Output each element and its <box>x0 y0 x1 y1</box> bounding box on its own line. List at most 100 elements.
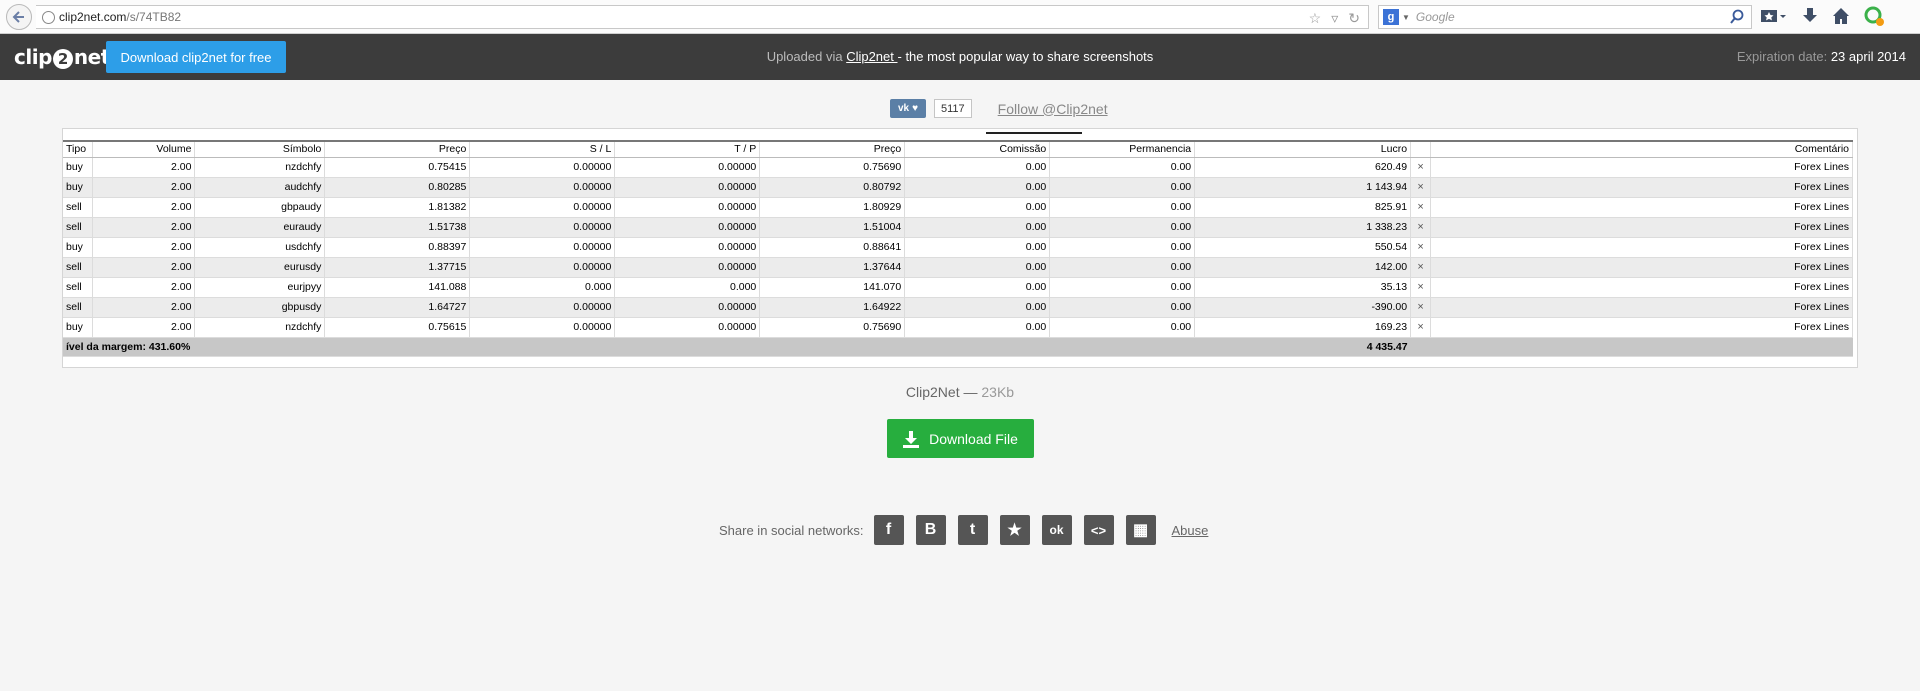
url-actions: ☆ ▿ ↻ <box>1309 10 1360 27</box>
table-row: sell 2.00 gbpusdy 1.64727 0.00000 0.00000 1.64… <box>63 297 1853 318</box>
download-arrow-icon[interactable] <box>1802 7 1818 25</box>
table-cell: 0.00 <box>904 197 1051 218</box>
vk-like-button[interactable]: vk ♥ <box>890 99 926 118</box>
column-header: Lucro <box>1194 140 1412 158</box>
table-cell: 141.088 <box>324 277 471 298</box>
table-cell: 0.00000 <box>469 317 616 338</box>
close-icon[interactable]: × <box>1410 217 1432 238</box>
facebook-icon[interactable]: f <box>873 515 904 545</box>
table-cell: 0.00000 <box>469 157 616 178</box>
clip2net-logo[interactable]: clip 2 net <box>14 45 110 69</box>
table-cell: 0.00 <box>904 277 1051 298</box>
download-icon <box>903 430 920 448</box>
download-file-button[interactable]: Download File <box>887 419 1034 458</box>
table-row: buy 2.00 audchfy 0.80285 0.00000 0.00000 0.807… <box>63 177 1853 198</box>
close-icon[interactable]: × <box>1410 237 1432 258</box>
column-header: Permanencia <box>1049 140 1196 158</box>
table-cell: 1 143.94 <box>1194 177 1412 198</box>
column-header: Símbolo <box>194 140 326 158</box>
table-cell: 0.00000 <box>469 237 616 258</box>
chevron-down-icon[interactable]: ▼ <box>1402 13 1410 22</box>
table-cell: 35.13 <box>1194 277 1412 298</box>
bookmarks-icon[interactable] <box>1760 7 1788 25</box>
qr-code-icon[interactable]: ▦ <box>1125 515 1156 545</box>
abuse-link[interactable]: Abuse <box>1172 523 1209 538</box>
screenshot-image[interactable]: Tipo Volume Símbolo Preço S / LT / P Preço Com… <box>62 128 1858 368</box>
file-info: Clip2Net — 23Kb <box>905 384 1015 400</box>
table-cell: -390.00 <box>1194 297 1412 318</box>
table-cell: 0.00 <box>904 237 1051 258</box>
table-cell: 0.00000 <box>614 157 761 178</box>
google-icon[interactable]: g <box>1383 9 1399 25</box>
toolbar-icons <box>1760 6 1884 26</box>
table-cell: 1.51004 <box>759 217 906 238</box>
table-cell: 2.00 <box>92 277 196 298</box>
embed-code-icon[interactable]: <> <box>1083 515 1114 545</box>
table-cell: 0.00000 <box>614 217 761 238</box>
close-icon[interactable]: × <box>1410 297 1432 318</box>
twitter-icon[interactable]: t <box>957 515 988 545</box>
column-header: T / P <box>614 140 761 158</box>
bird-icon[interactable]: ★ <box>999 515 1030 545</box>
odnoklassniki-icon[interactable]: ok <box>1041 515 1072 545</box>
home-icon[interactable] <box>1832 7 1850 25</box>
table-cell: Forex Lines <box>1430 217 1853 238</box>
expiration-date: Expiration date: 23 april 2014 <box>1736 49 1906 64</box>
search-icon[interactable] <box>1729 9 1745 25</box>
close-icon[interactable]: × <box>1410 177 1432 198</box>
search-input[interactable]: Google <box>1416 10 1455 24</box>
extension-icon[interactable] <box>1864 6 1884 26</box>
table-cell: 0.00000 <box>614 317 761 338</box>
table-row: buy 2.00 usdchfy 0.88397 0.00000 0.00000 0.886… <box>63 237 1853 258</box>
table-row: sell 2.00 euraudy 1.51738 0.00000 0.00000 1.51… <box>63 217 1853 238</box>
url-text: clip2net.com/s/74TB82 <box>59 10 182 24</box>
table-cell: 0.00 <box>1049 197 1196 218</box>
reload-icon[interactable]: ↻ <box>1348 10 1360 27</box>
share-label: Share in social networks: <box>719 522 864 538</box>
table-row: sell 2.00 eurusdy 1.37715 0.00000 0.00000 1.37… <box>63 257 1853 278</box>
table-cell: 0.00 <box>904 257 1051 278</box>
share-row: Share in social networks: f B t ★ ok <> … <box>719 515 1208 545</box>
dropdown-icon[interactable]: ▿ <box>1331 10 1338 27</box>
table-cell: 1.51738 <box>324 217 471 238</box>
table-cell: 0.00 <box>1049 317 1196 338</box>
total-profit: 4 435.47 <box>1194 337 1411 357</box>
trades-table: Tipo Volume Símbolo Preço S / LT / P Preço Com… <box>63 140 1853 357</box>
vkontakte-icon[interactable]: B <box>915 515 946 545</box>
table-cell: Forex Lines <box>1430 257 1853 278</box>
table-cell: Forex Lines <box>1430 317 1853 338</box>
close-icon[interactable]: × <box>1410 277 1432 298</box>
file-name: Clip2Net <box>905 384 960 400</box>
total-row: ível da margem: 431.60% 4 435.47 <box>63 337 1853 357</box>
table-cell: 0.00 <box>904 217 1051 238</box>
table-cell: 1.37644 <box>759 257 906 278</box>
table-cell: 0.00 <box>1049 277 1196 298</box>
table-row: buy 2.00 nzdchfy 0.75415 0.00000 0.00000 0.756… <box>63 157 1853 178</box>
follow-twitter-link[interactable]: Follow @Clip2net <box>998 101 1108 117</box>
total-spacer <box>1410 337 1853 357</box>
table-cell: buy <box>63 237 94 258</box>
bookmark-star-icon[interactable]: ☆ <box>1309 10 1322 27</box>
table-cell: 1.64727 <box>324 297 471 318</box>
table-cell: 0.00 <box>904 317 1051 338</box>
table-cell: gbpusdy <box>194 297 326 318</box>
close-icon[interactable]: × <box>1410 257 1432 278</box>
vk-like-count: 5117 <box>934 99 972 118</box>
back-button[interactable] <box>6 4 32 30</box>
download-clip2net-button[interactable]: Download clip2net for free <box>106 41 286 73</box>
browser-toolbar: clip2net.com/s/74TB82 ☆ ▿ ↻ g ▼ Google <box>0 0 1920 34</box>
close-icon[interactable]: × <box>1410 157 1432 178</box>
address-bar[interactable]: clip2net.com/s/74TB82 ☆ ▿ ↻ <box>36 5 1369 29</box>
table-cell: 0.00 <box>1049 157 1196 178</box>
search-bar[interactable]: g ▼ Google <box>1378 5 1752 29</box>
globe-icon <box>42 10 55 24</box>
table-cell: buy <box>63 177 94 198</box>
table-cell: 0.00000 <box>614 237 761 258</box>
close-icon[interactable]: × <box>1410 317 1432 338</box>
table-cell: 0.00000 <box>469 297 616 318</box>
table-cell: 620.49 <box>1194 157 1412 178</box>
close-icon[interactable]: × <box>1410 197 1432 218</box>
table-cell: Forex Lines <box>1430 297 1853 318</box>
clip2net-link[interactable]: Clip2net <box>846 49 897 64</box>
table-cell: 169.23 <box>1194 317 1412 338</box>
